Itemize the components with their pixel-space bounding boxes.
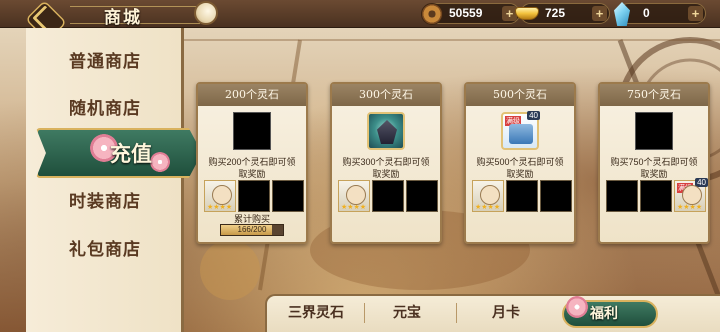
reward-item-slot[interactable] [506,180,538,212]
star-rating-icon: ★★★★ [207,203,233,211]
reward-card-title: 750个灵石 [600,84,708,106]
reward-preview-image [635,112,673,150]
add-crystal-button[interactable]: + [688,6,703,21]
reward-card-title: 500个灵石 [466,84,574,106]
reward-items-row: 40 满级 ★★★★ [606,178,708,212]
reward-card-description: 购买300个灵石即可领取奖励 [342,157,430,179]
page-title: 商城 [104,8,142,28]
progress-text: 166/200 [237,225,267,234]
cherry-blossom-icon [150,152,170,172]
reward-card-title: 200个灵石 [198,84,306,106]
reward-item-slot[interactable] [606,180,638,212]
purchase-progress-bar: 166/200 [220,224,284,236]
max-level-badge: 满级 [677,183,693,193]
reward-items-row: ★★★★ [204,180,304,212]
tab-spirit-stones[interactable]: 三界灵石 [276,298,356,328]
ingot-value: 725 [545,6,566,20]
reward-item-slot[interactable] [406,180,438,212]
tab-divider [456,303,457,323]
dragon-armor-icon [367,112,405,150]
moon-emblem-icon [194,1,218,25]
reward-character-icon[interactable]: ★★★★ [204,180,236,212]
treasure-box-icon: 满级 40 [501,111,540,150]
reward-card-200[interactable]: 200个灵石 购买200个灵石即可领取奖励 ★★★★ 累计购买 166/200 [196,82,308,244]
coin-icon [421,3,443,25]
reward-item-slot[interactable] [540,180,572,212]
reward-character-icon[interactable]: 40 满级 ★★★★ [674,178,708,212]
sidebar-item-gift-shop[interactable]: 礼包商店 [26,230,184,270]
reward-card-750[interactable]: 750个灵石 购买750个灵石即可领取奖励 40 满级 ★★★★ [598,82,710,244]
crystal-value: 0 [643,6,650,20]
reward-card-description: 购买750个灵石即可领取奖励 [610,157,698,179]
ingot-counter: 725 + [515,3,610,24]
tab-ingot[interactable]: 元宝 [372,298,442,328]
gold-ingot-icon [515,7,539,20]
reward-item-slot[interactable] [238,180,270,212]
reward-item-slot[interactable] [272,180,304,212]
cherry-blossom-icon [566,296,588,318]
coin-value: 50559 [449,6,483,20]
blue-crystal-icon [614,2,630,26]
tab-welfare-label: 福利 [590,306,618,322]
reward-item-slot[interactable] [372,180,404,212]
sidebar-item-normal-shop[interactable]: 普通商店 [26,42,184,82]
reward-items-row: ★★★★ [338,180,438,212]
tab-monthly-card[interactable]: 月卡 [466,298,546,328]
crystal-counter: 0 + [614,2,706,26]
sidebar-item-random-shop[interactable]: 随机商店 [26,89,184,129]
level-badge: 40 [695,178,708,187]
add-ingot-button[interactable]: + [592,6,607,21]
sidebar-item-recharge-label: 充值 [110,141,152,166]
max-level-badge: 满级 [505,116,521,126]
star-rating-icon: ★★★★ [677,203,703,211]
reward-item-slot[interactable] [640,180,672,212]
sidebar-item-fashion-shop[interactable]: 时装商店 [26,182,184,222]
top-bar: 商城 50559 + 725 + 0 + [0,0,720,28]
reward-card-500[interactable]: 500个灵石 满级 40 购买500个灵石即可领取奖励 ★★★★ [464,82,576,244]
reward-preview-image [233,112,271,150]
star-rating-icon: ★★★★ [341,203,367,211]
reward-character-icon[interactable]: ★★★★ [472,180,504,212]
reward-card-title: 300个灵石 [332,84,440,106]
star-rating-icon: ★★★★ [475,203,501,211]
reward-character-icon[interactable]: ★★★★ [338,180,370,212]
reward-card-300[interactable]: 300个灵石 购买300个灵石即可领取奖励 ★★★★ [330,82,442,244]
tab-divider [364,303,365,323]
shop-sidebar: 普通商店 随机商店 时装商店 礼包商店 [26,28,184,332]
reward-card-description: 购买200个灵石即可领取奖励 [208,157,296,179]
level-badge: 40 [527,111,540,120]
reward-card-description: 购买500个灵石即可领取奖励 [476,157,564,179]
reward-items-row: ★★★★ [472,180,572,212]
coin-counter: 50559 + [421,3,520,25]
